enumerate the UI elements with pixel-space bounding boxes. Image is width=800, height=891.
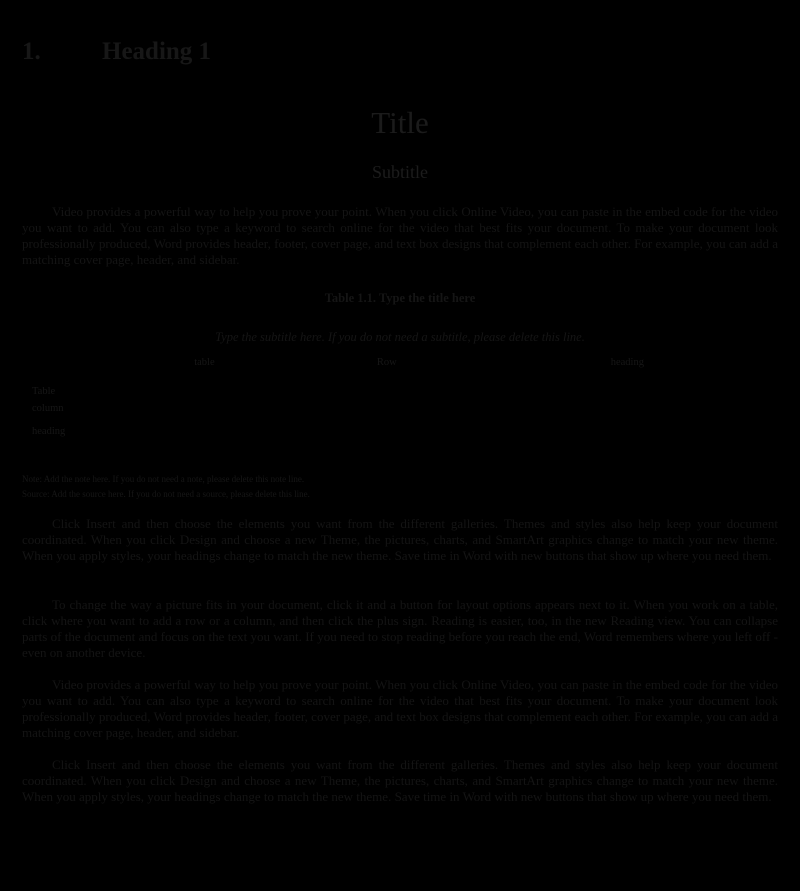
- table-row: column: [22, 397, 778, 420]
- table-source: Source: Add the source here. If you do n…: [22, 489, 310, 499]
- heading-1: 1. Heading 1: [22, 38, 211, 66]
- table-cell: [297, 371, 477, 397]
- document-title: Title: [371, 105, 429, 140]
- table-header-cell: heading: [610, 357, 644, 368]
- heading-number: 1.: [22, 38, 41, 65]
- table-row: Table: [22, 371, 778, 397]
- table-row: heading: [22, 420, 778, 443]
- body-paragraph: To change the way a picture fits in your…: [22, 597, 778, 660]
- table-cell: [112, 420, 297, 443]
- table-cell: [297, 420, 477, 443]
- table-row-heading: heading: [32, 426, 66, 437]
- body-paragraph: Video provides a powerful way to help yo…: [22, 204, 778, 267]
- table-cell: [297, 397, 477, 420]
- table-cell: [477, 397, 778, 420]
- body-paragraph: Click Insert and then choose the element…: [22, 516, 778, 563]
- table-header-cell: table: [194, 357, 215, 368]
- body-paragraph: Click Insert and then choose the element…: [22, 757, 778, 804]
- data-table: table Row heading Table column heading: [22, 354, 778, 443]
- body-paragraph: Video provides a powerful way to help yo…: [22, 677, 778, 740]
- table-caption: Table 1.1. Type the title here: [324, 291, 476, 305]
- table-subtitle: Type the subtitle here. If you do not ne…: [215, 330, 585, 344]
- heading-text: Heading 1: [102, 38, 212, 65]
- table-cell: [477, 371, 778, 397]
- document-page: 1. Heading 1 Title Subtitle Video provid…: [0, 0, 800, 891]
- table-row-heading: column: [32, 403, 64, 414]
- table-note: Note: Add the note here. If you do not n…: [22, 474, 305, 484]
- table-header-row: table Row heading: [22, 354, 778, 371]
- table-row-heading: Table: [32, 386, 56, 397]
- document-subtitle: Subtitle: [371, 162, 428, 182]
- table-cell: [477, 420, 778, 443]
- table-header-cell: Row: [376, 357, 397, 368]
- table-cell: [112, 371, 297, 397]
- table-cell: [112, 397, 297, 420]
- table-header-cell: [22, 354, 112, 371]
